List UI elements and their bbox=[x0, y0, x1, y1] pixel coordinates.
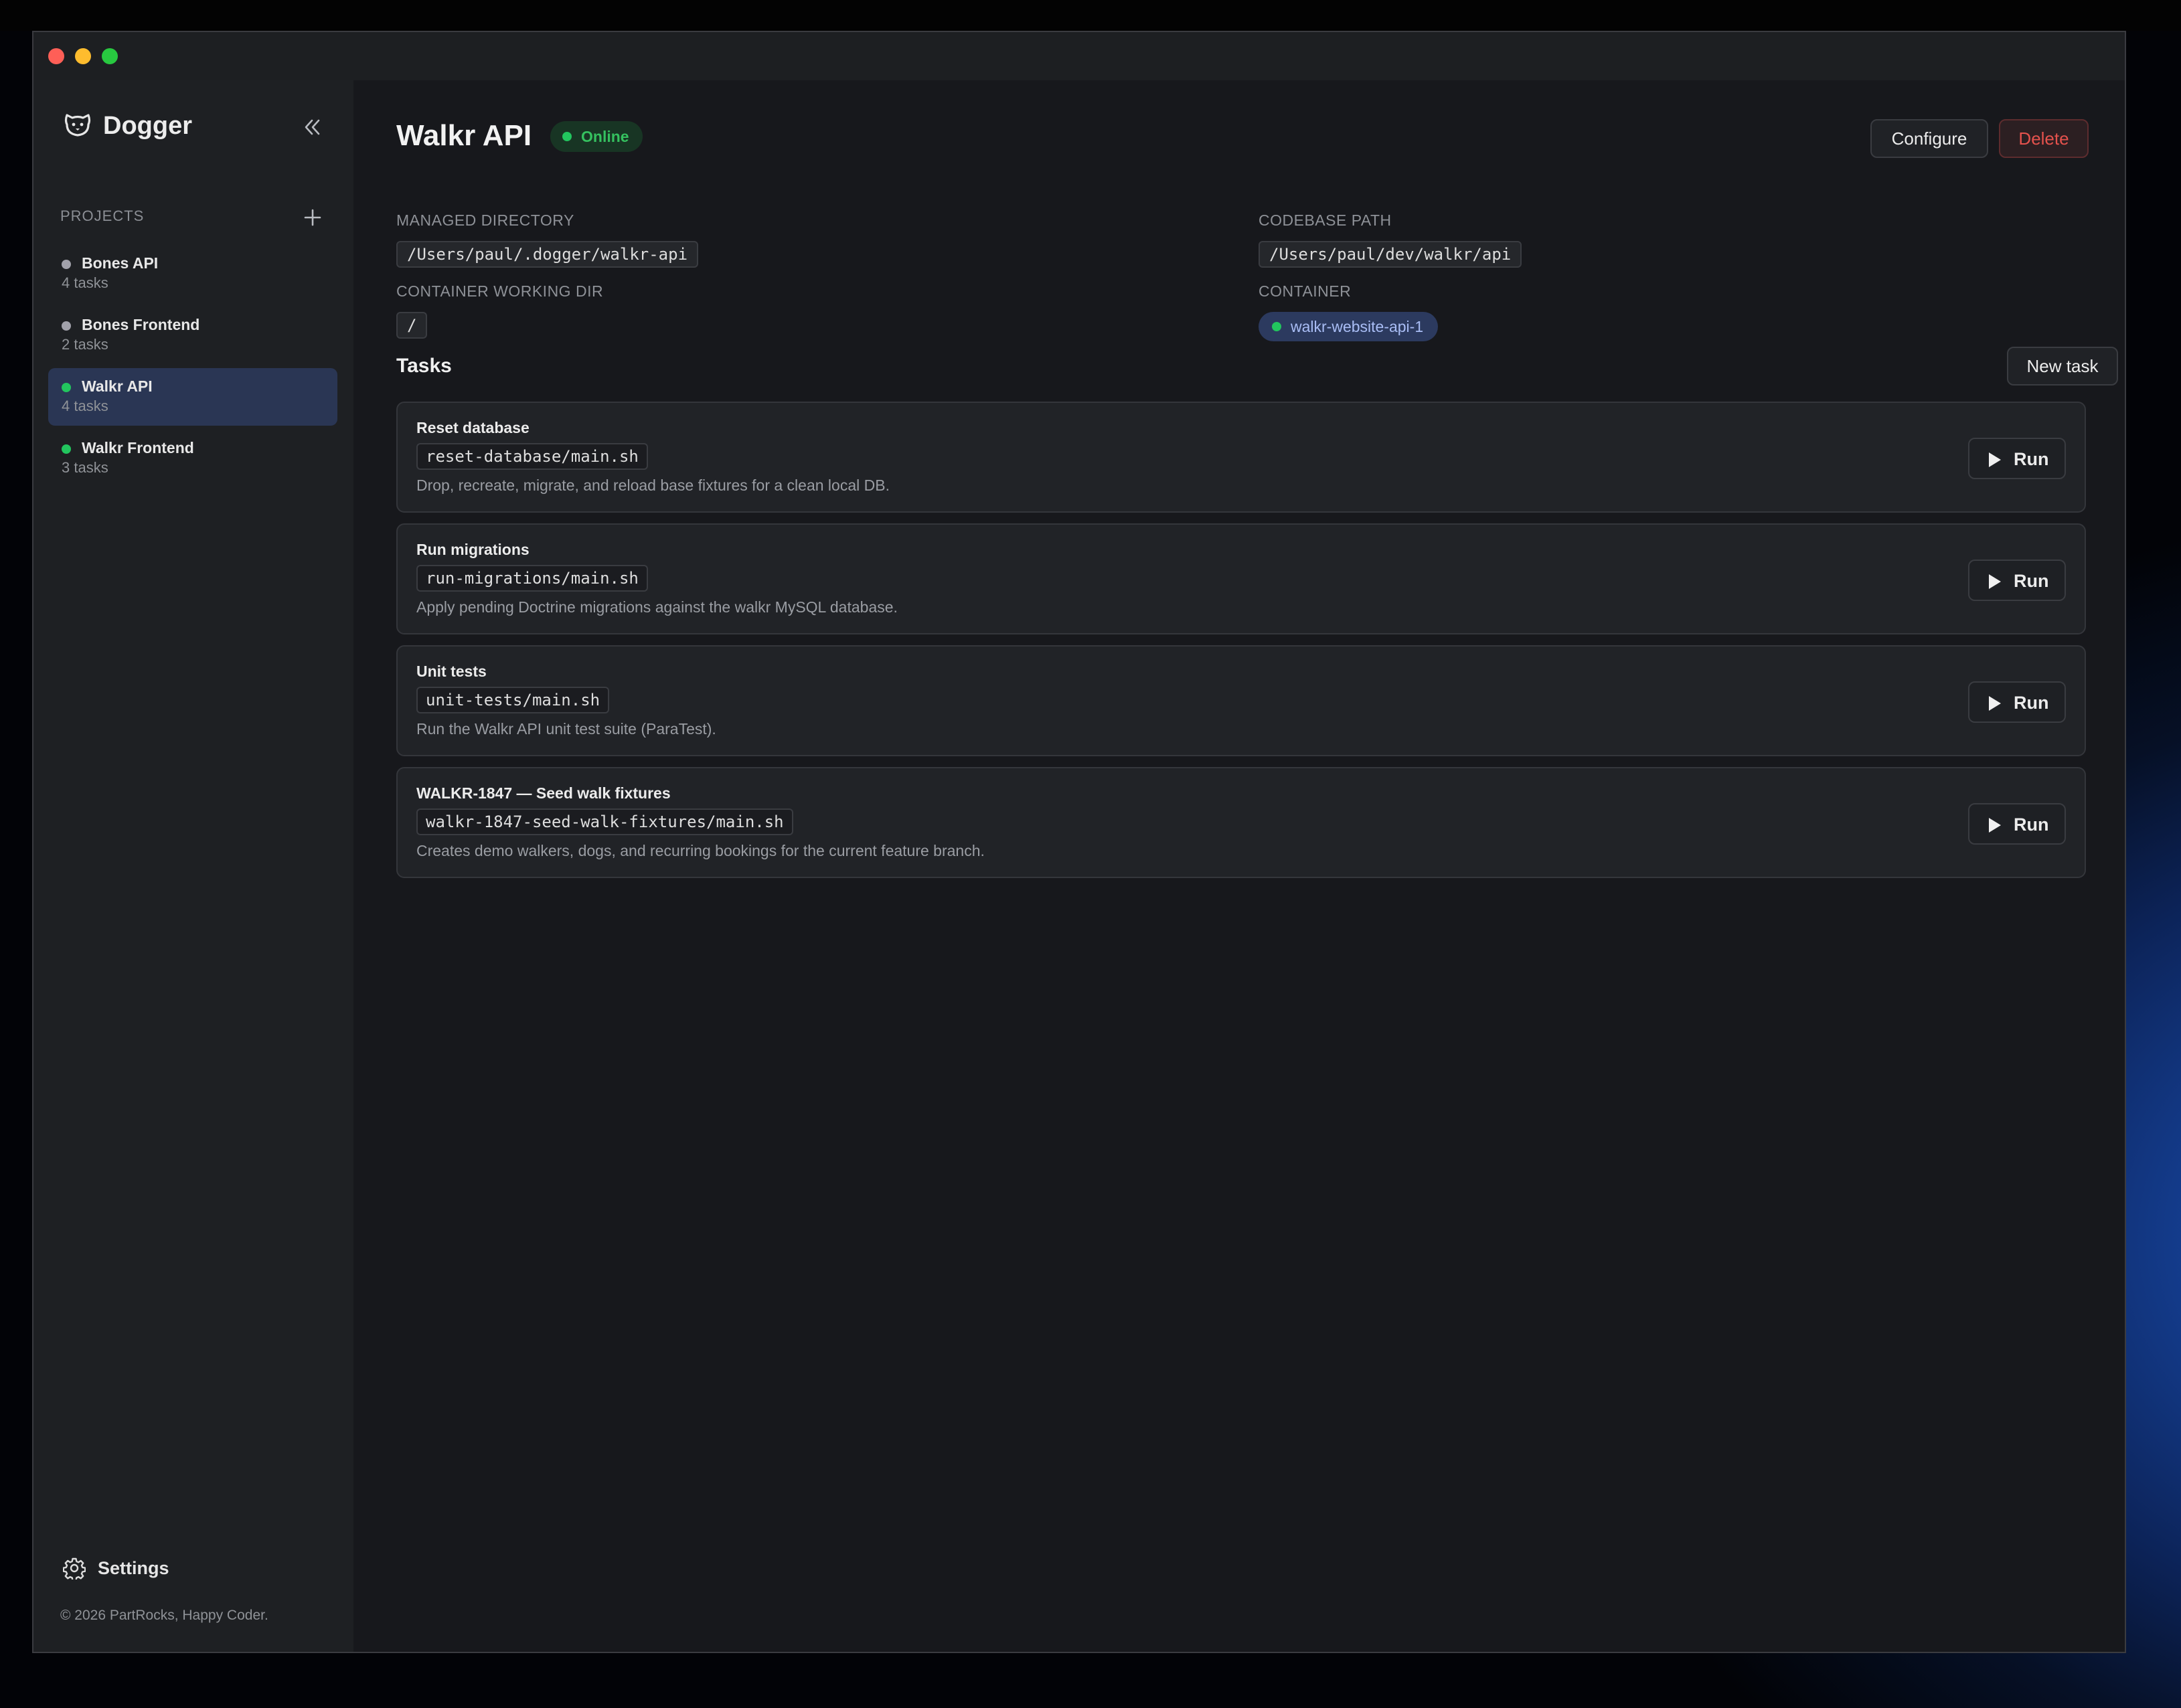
sidebar-project-bones-frontend[interactable]: Bones Frontend 2 tasks bbox=[48, 307, 337, 364]
task-card: Unit tests unit-tests/main.sh Run the Wa… bbox=[396, 645, 2086, 756]
project-task-count: 2 tasks bbox=[62, 336, 108, 353]
container-label: CONTAINER bbox=[1259, 282, 1352, 300]
run-task-button[interactable]: Run bbox=[1968, 560, 2066, 601]
copyright-text: © 2026 PartRocks, Happy Coder. bbox=[60, 1608, 268, 1623]
run-task-button[interactable]: Run bbox=[1968, 438, 2066, 479]
window-titlebar bbox=[33, 32, 2125, 80]
task-script-path: run-migrations/main.sh bbox=[416, 565, 648, 592]
run-label: Run bbox=[2014, 449, 2049, 469]
container-working-dir-label: CONTAINER WORKING DIR bbox=[396, 282, 604, 300]
configure-button[interactable]: Configure bbox=[1870, 119, 1988, 158]
container-working-dir-value: / bbox=[396, 312, 428, 339]
play-icon bbox=[1989, 818, 2001, 833]
desktop-top-bar bbox=[0, 0, 2181, 31]
task-script-path: unit-tests/main.sh bbox=[416, 687, 610, 713]
run-label: Run bbox=[2014, 571, 2049, 591]
project-task-count: 4 tasks bbox=[62, 274, 108, 291]
task-description: Creates demo walkers, dogs, and recurrin… bbox=[416, 842, 985, 859]
close-window-button[interactable] bbox=[48, 48, 64, 64]
task-name: Unit tests bbox=[416, 663, 487, 680]
project-status-dot bbox=[62, 321, 71, 331]
add-project-button[interactable] bbox=[303, 207, 323, 228]
project-name: Walkr Frontend bbox=[82, 439, 194, 456]
project-name: Walkr API bbox=[82, 377, 153, 395]
task-name: WALKR-1847 — Seed walk fixtures bbox=[416, 784, 671, 802]
minimize-window-button[interactable] bbox=[75, 48, 91, 64]
main-content: Walkr API Online Configure Delete MANAGE… bbox=[353, 80, 2125, 1652]
play-icon bbox=[1989, 574, 2001, 589]
project-name: Bones Frontend bbox=[82, 316, 200, 333]
chevrons-left-icon bbox=[305, 119, 320, 135]
tasks-heading: Tasks bbox=[396, 355, 452, 377]
gear-icon bbox=[63, 1557, 86, 1579]
container-chip[interactable]: walkr-website-api-1 bbox=[1259, 312, 1439, 341]
run-label: Run bbox=[2014, 693, 2049, 713]
play-icon bbox=[1989, 696, 2001, 711]
run-task-button[interactable]: Run bbox=[1968, 803, 2066, 845]
sidebar: Dogger PROJECTS Bones API 4 tasks Bones … bbox=[33, 80, 353, 1652]
task-name: Reset database bbox=[416, 419, 530, 436]
managed-directory-value: /Users/paul/.dogger/walkr-api bbox=[396, 241, 699, 268]
container-status-dot bbox=[1272, 322, 1281, 331]
project-status-dot bbox=[62, 383, 71, 392]
page-title: Walkr API bbox=[396, 119, 532, 152]
settings-button[interactable]: Settings bbox=[63, 1557, 169, 1579]
status-badge: Online bbox=[550, 121, 643, 152]
task-description: Apply pending Doctrine migrations agains… bbox=[416, 598, 898, 616]
new-task-button[interactable]: New task bbox=[2007, 347, 2118, 386]
project-status-dot bbox=[62, 444, 71, 454]
project-task-count: 4 tasks bbox=[62, 398, 108, 414]
task-description: Run the Walkr API unit test suite (ParaT… bbox=[416, 720, 716, 738]
codebase-path-label: CODEBASE PATH bbox=[1259, 211, 1392, 229]
app-name: Dogger bbox=[103, 111, 192, 140]
task-card: Run migrations run-migrations/main.sh Ap… bbox=[396, 523, 2086, 634]
task-card: Reset database reset-database/main.sh Dr… bbox=[396, 402, 2086, 513]
status-label: Online bbox=[581, 128, 629, 145]
task-card: WALKR-1847 — Seed walk fixtures walkr-18… bbox=[396, 767, 2086, 878]
settings-label: Settings bbox=[98, 1557, 169, 1578]
sidebar-project-bones-api[interactable]: Bones API 4 tasks bbox=[48, 245, 337, 303]
sidebar-project-walkr-frontend[interactable]: Walkr Frontend 3 tasks bbox=[48, 430, 337, 487]
run-task-button[interactable]: Run bbox=[1968, 681, 2066, 723]
zoom-window-button[interactable] bbox=[102, 48, 118, 64]
task-script-path: reset-database/main.sh bbox=[416, 443, 648, 470]
sidebar-project-walkr-api[interactable]: Walkr API 4 tasks bbox=[48, 368, 337, 426]
task-name: Run migrations bbox=[416, 541, 530, 558]
project-status-dot bbox=[62, 260, 71, 269]
plus-icon bbox=[304, 209, 321, 226]
run-label: Run bbox=[2014, 815, 2049, 835]
collapse-sidebar-button[interactable] bbox=[300, 115, 324, 139]
delete-button[interactable]: Delete bbox=[1999, 119, 2089, 158]
project-task-count: 3 tasks bbox=[62, 459, 108, 476]
dog-face-icon bbox=[63, 111, 92, 141]
task-description: Drop, recreate, migrate, and reload base… bbox=[416, 477, 890, 494]
codebase-path-value: /Users/paul/dev/walkr/api bbox=[1259, 241, 1522, 268]
task-script-path: walkr-1847-seed-walk-fixtures/main.sh bbox=[416, 808, 793, 835]
app-window: Dogger PROJECTS Bones API 4 tasks Bones … bbox=[32, 31, 2126, 1653]
brand: Dogger bbox=[63, 108, 192, 143]
projects-section-label: PROJECTS bbox=[60, 207, 145, 224]
play-icon bbox=[1989, 452, 2001, 467]
status-dot bbox=[562, 132, 572, 141]
managed-directory-label: MANAGED DIRECTORY bbox=[396, 211, 574, 229]
container-name: walkr-website-api-1 bbox=[1291, 318, 1424, 335]
project-name: Bones API bbox=[82, 254, 159, 272]
